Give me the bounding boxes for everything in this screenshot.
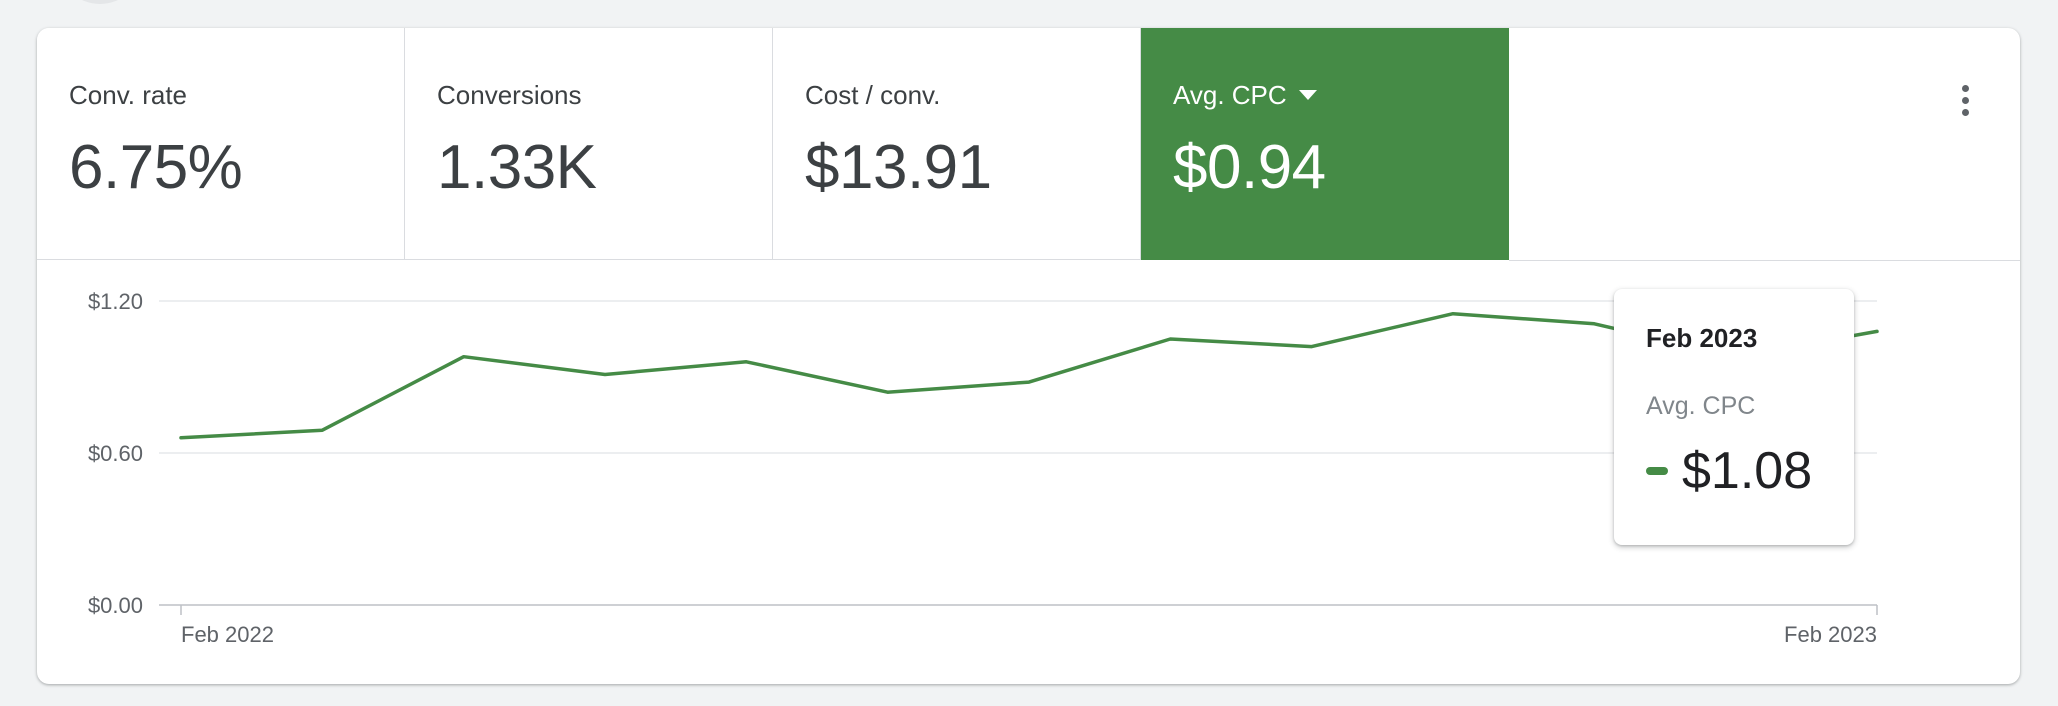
- avatar-edge: [60, 0, 140, 4]
- tooltip-value: $1.08: [1682, 442, 1813, 500]
- y-tick-label: $0.00: [88, 593, 143, 618]
- x-tick-label: Feb 2023: [1784, 622, 1877, 647]
- x-tick-label: Feb 2022: [181, 622, 274, 647]
- chart-tooltip: Feb 2023 Avg. CPC $1.08: [1614, 289, 1854, 545]
- tooltip-value-row: $1.08: [1646, 441, 1854, 501]
- performance-card: Conv. rate 6.75% Conversions 1.33K Cost …: [37, 28, 2020, 684]
- series-swatch: [1646, 467, 1668, 475]
- tooltip-metric-label: Avg. CPC: [1646, 392, 1756, 420]
- y-tick-label: $1.20: [88, 289, 143, 314]
- tooltip-title: Feb 2023: [1646, 323, 1758, 353]
- y-tick-label: $0.60: [88, 441, 143, 466]
